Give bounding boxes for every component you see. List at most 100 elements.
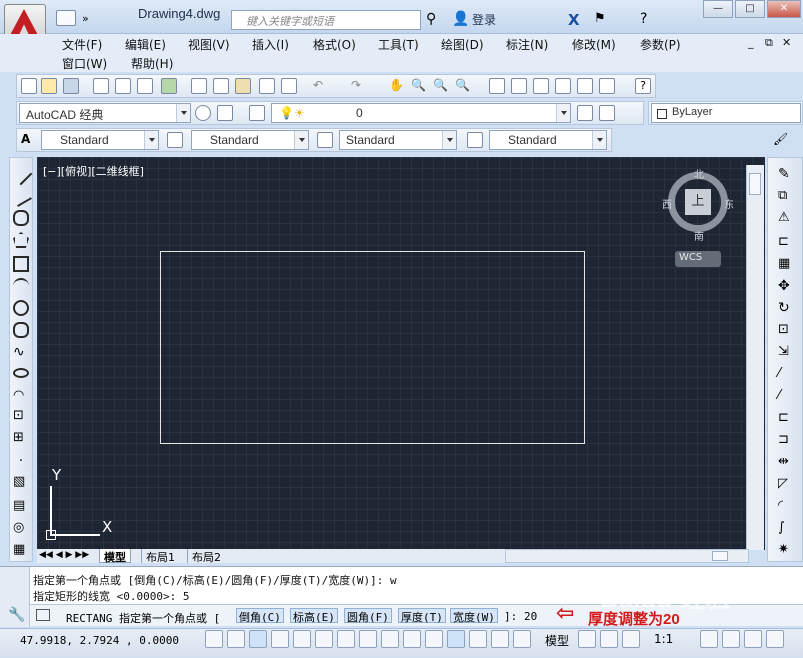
menu-dimension[interactable]: 标注(N) xyxy=(506,36,548,53)
scale-icon[interactable]: ⊡ xyxy=(778,322,794,338)
menu-view[interactable]: 视图(V) xyxy=(188,36,230,53)
compass-east[interactable]: 东 xyxy=(724,196,734,211)
maximize-button[interactable]: □ xyxy=(735,0,765,18)
mirror-icon[interactable]: ⚠ xyxy=(778,210,794,226)
fillet-icon[interactable]: ◜ xyxy=(778,498,794,514)
tab-layout1[interactable]: 布局1 xyxy=(141,549,179,564)
exchange-icon[interactable]: X xyxy=(568,11,586,29)
circle-icon[interactable] xyxy=(13,300,29,316)
blend-icon[interactable]: ∫ xyxy=(778,520,794,536)
lineweight-icon[interactable] xyxy=(425,630,443,648)
undo-icon[interactable]: ↶ xyxy=(313,78,329,94)
paste-icon[interactable] xyxy=(235,78,251,94)
drawn-rectangle[interactable] xyxy=(160,251,585,444)
minimize-button[interactable]: — xyxy=(703,0,733,18)
compass-west[interactable]: 西 xyxy=(662,196,672,211)
menu-file[interactable]: 文件(F) xyxy=(62,36,102,53)
pan-icon[interactable]: ✋ xyxy=(389,78,405,94)
new-file-icon[interactable] xyxy=(56,10,76,26)
color-select[interactable]: ByLayer xyxy=(651,103,801,123)
make-block-icon[interactable]: ⊞ xyxy=(13,430,29,446)
table-style-select[interactable]: Standard xyxy=(339,130,457,150)
menu-draw[interactable]: 绘图(D) xyxy=(441,36,484,53)
extend-icon[interactable]: ⁄ xyxy=(778,388,794,404)
quick-access-more-icon[interactable]: » xyxy=(82,12,89,25)
doc-restore-button[interactable]: ⧉ xyxy=(765,36,773,50)
menu-insert[interactable]: 插入(I) xyxy=(252,36,289,53)
point-icon[interactable]: · xyxy=(13,454,29,470)
option-chamfer[interactable]: 倒角(C) xyxy=(236,608,284,624)
quick-view-drawings-icon[interactable] xyxy=(600,630,618,648)
zoom-window-icon[interactable]: 🔍 xyxy=(433,78,449,94)
search-input[interactable]: 键入关键字或短语 xyxy=(231,10,421,30)
trim-icon[interactable]: ⁄ xyxy=(778,366,794,382)
new-icon[interactable] xyxy=(21,78,37,94)
calculator-icon[interactable] xyxy=(599,78,615,94)
tab-layout2[interactable]: 布局2 xyxy=(187,549,225,564)
doc-close-button[interactable]: ✕ xyxy=(782,36,791,49)
rotate-icon[interactable]: ↻ xyxy=(778,300,794,316)
wrench-icon[interactable]: 🔧 xyxy=(8,607,25,623)
arc-icon[interactable] xyxy=(13,278,29,294)
coordinates-readout[interactable]: 47.9918, 2.7924 , 0.0000 xyxy=(20,634,179,647)
menu-edit[interactable]: 编辑(E) xyxy=(125,36,166,53)
3d-object-snap-icon[interactable] xyxy=(337,630,355,648)
annotation-monitor-icon[interactable] xyxy=(513,630,531,648)
option-thickness[interactable]: 厚度(T) xyxy=(398,608,446,624)
break-icon[interactable]: ⊐ xyxy=(778,432,794,448)
insert-block-icon[interactable]: ⊡ xyxy=(13,408,29,424)
block-editor-icon[interactable] xyxy=(281,78,297,94)
grid-display-icon[interactable] xyxy=(249,630,267,648)
dynamic-ucs-icon[interactable] xyxy=(381,630,399,648)
option-elevation[interactable]: 标高(E) xyxy=(290,608,338,624)
pan-status-icon[interactable] xyxy=(622,630,640,648)
annotation-scale[interactable]: 1:1 xyxy=(654,632,673,646)
dim-style-icon[interactable] xyxy=(167,132,183,148)
paintbrush-icon[interactable]: 🖌 xyxy=(773,132,789,148)
open-icon[interactable] xyxy=(41,78,57,94)
explode-icon[interactable]: ✷ xyxy=(778,542,794,558)
text-style-icon[interactable]: A xyxy=(21,132,37,148)
annotation-visibility-icon[interactable] xyxy=(700,630,718,648)
object-snap-icon[interactable] xyxy=(315,630,333,648)
quick-view-layouts-icon[interactable] xyxy=(578,630,596,648)
dim-style-select[interactable]: Standard xyxy=(191,130,309,150)
menu-format[interactable]: 格式(O) xyxy=(313,36,356,53)
publish-icon[interactable] xyxy=(137,78,153,94)
ortho-mode-icon[interactable] xyxy=(271,630,289,648)
construction-line-icon[interactable] xyxy=(10,185,32,207)
multileader-style-icon[interactable] xyxy=(467,132,483,148)
polar-tracking-icon[interactable] xyxy=(293,630,311,648)
join-icon[interactable]: ⇹ xyxy=(778,454,794,470)
cut-icon[interactable] xyxy=(191,78,207,94)
tool-palettes-icon[interactable] xyxy=(533,78,549,94)
binoculars-icon[interactable]: ⚲ xyxy=(426,11,444,27)
model-space-button[interactable]: 模型 xyxy=(545,632,569,649)
compass-south[interactable]: 南 xyxy=(694,228,704,243)
layer-previous-icon[interactable] xyxy=(599,105,615,121)
lock-icon[interactable] xyxy=(744,630,762,648)
vertical-scroll-thumb[interactable] xyxy=(749,173,761,195)
workspace-switching-icon[interactable] xyxy=(722,630,740,648)
save-icon[interactable] xyxy=(63,78,79,94)
horizontal-scroll-thumb[interactable] xyxy=(712,551,728,561)
workspace-settings-icon[interactable] xyxy=(217,105,233,121)
multileader-style-select[interactable]: Standard xyxy=(489,130,607,150)
viewcube-top-face[interactable]: 上 xyxy=(685,189,711,215)
line-icon[interactable] xyxy=(9,162,33,186)
command-input-value[interactable]: 20 xyxy=(524,610,537,623)
infer-constraints-icon[interactable] xyxy=(205,630,223,648)
properties-icon[interactable] xyxy=(489,78,505,94)
erase-icon[interactable]: ✎ xyxy=(778,166,794,182)
copy-icon[interactable] xyxy=(213,78,229,94)
doc-minimize-button[interactable]: _ xyxy=(748,36,754,49)
menu-parameters[interactable]: 参数(P) xyxy=(640,36,681,53)
dynamic-input-icon[interactable] xyxy=(403,630,421,648)
region-icon[interactable]: ◎ xyxy=(13,520,29,536)
chamfer-icon[interactable]: ◸ xyxy=(778,476,794,492)
spline-icon[interactable]: ∿ xyxy=(13,344,29,360)
table-icon[interactable]: ▦ xyxy=(13,542,29,558)
close-button[interactable]: ✕ xyxy=(767,0,801,18)
menu-window[interactable]: 窗口(W) xyxy=(62,55,107,72)
wcs-menu[interactable]: WCS xyxy=(675,251,721,267)
